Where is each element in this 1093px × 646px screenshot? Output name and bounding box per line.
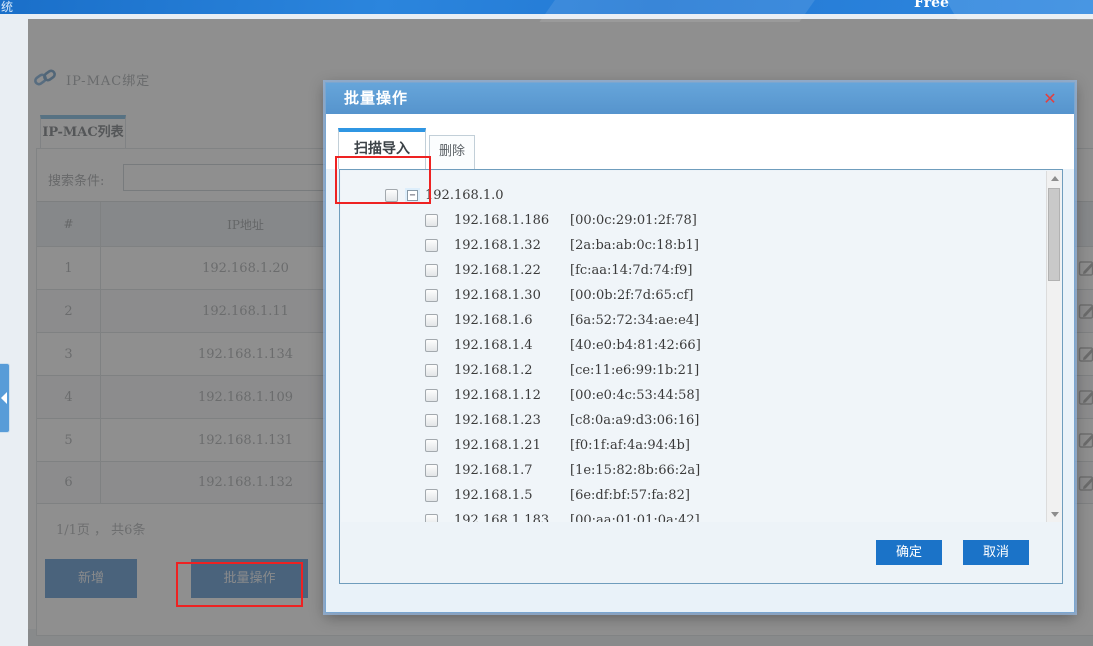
checkbox[interactable] (425, 489, 438, 502)
checkbox[interactable] (425, 389, 438, 402)
collapse-icon[interactable]: − (407, 190, 418, 201)
dialog-title: 批量操作 (344, 83, 408, 114)
checkbox[interactable] (425, 414, 438, 427)
checkbox[interactable] (425, 289, 438, 302)
checkbox[interactable] (425, 214, 438, 227)
subnet-label: 192.168.1.0 (425, 188, 504, 203)
dialog-header: 批量操作 ✕ (326, 83, 1074, 114)
chevron-left-icon (1, 392, 7, 404)
scan-result-row[interactable]: 192.168.1.2 [ce:11:e6:99:1b:21] (341, 358, 1047, 383)
scan-result-row[interactable]: 192.168.1.183 [00:aa:01:01:0a:42] (341, 508, 1047, 522)
device-mac: [6a:52:72:34:ae:e4] (570, 313, 699, 328)
device-mac: [fc:aa:14:7d:74:f9] (570, 263, 692, 278)
tree-children: 192.168.1.186 [00:0c:29:01:2f:78] 192.16… (341, 208, 1047, 522)
scroll-up-button[interactable] (1047, 171, 1062, 186)
checkbox[interactable] (425, 314, 438, 327)
scrollbar[interactable] (1046, 171, 1061, 522)
device-mac: [f0:1f:af:4a:94:4b] (570, 438, 690, 453)
scan-result-row[interactable]: 192.168.1.32 [2a:ba:ab:0c:18:b1] (341, 233, 1047, 258)
checkbox[interactable] (425, 239, 438, 252)
scan-result-row[interactable]: 192.168.1.7 [1e:15:82:8b:66:2a] (341, 458, 1047, 483)
scan-result-row[interactable]: 192.168.1.22 [fc:aa:14:7d:74:f9] (341, 258, 1047, 283)
screen: IP-MAC绑定 10条/页 IP-MAC列表 搜索条件: # IP地址 1 1… (0, 0, 1093, 646)
device-mac: [1e:15:82:8b:66:2a] (570, 463, 700, 478)
top-nav-bar: 统 Free (0, 0, 1093, 14)
scan-result-row[interactable]: 192.168.1.23 [c8:0a:a9:d3:06:16] (341, 408, 1047, 433)
sidebar-collapse-handle[interactable] (0, 363, 10, 433)
device-ip: 192.168.1.23 (454, 413, 556, 428)
dialog-body: 扫描导入 删除 − 192.168.1.0 192.168.1.186 [00:… (326, 114, 1074, 612)
checkbox[interactable] (425, 464, 438, 477)
device-ip: 192.168.1.2 (454, 363, 556, 378)
batch-operation-dialog: 批量操作 ✕ 扫描导入 删除 − 192.168.1.0 (325, 82, 1075, 613)
scroll-up-icon (1051, 176, 1059, 181)
scan-result-row[interactable]: 192.168.1.21 [f0:1f:af:4a:94:4b] (341, 433, 1047, 458)
device-ip: 192.168.1.30 (454, 288, 556, 303)
device-ip: 192.168.1.186 (454, 213, 556, 228)
device-ip: 192.168.1.183 (454, 513, 556, 522)
device-mac: [2a:ba:ab:0c:18:b1] (570, 238, 699, 253)
device-ip: 192.168.1.21 (454, 438, 556, 453)
scroll-thumb[interactable] (1048, 188, 1060, 281)
checkbox[interactable] (425, 364, 438, 377)
tab-scan-import[interactable]: 扫描导入 (338, 128, 426, 169)
close-icon[interactable]: ✕ (1040, 89, 1060, 109)
device-ip: 192.168.1.32 (454, 238, 556, 253)
checkbox[interactable] (425, 439, 438, 452)
brand-text-fragment: 统 (1, 0, 13, 14)
device-ip: 192.168.1.7 (454, 463, 556, 478)
checkbox[interactable] (425, 264, 438, 277)
dialog-tab-strip: 扫描导入 删除 (326, 114, 1074, 169)
topbar-decoration (942, 0, 1093, 20)
scan-result-row[interactable]: 192.168.1.6 [6a:52:72:34:ae:e4] (341, 308, 1047, 333)
tab-delete[interactable]: 删除 (429, 135, 475, 169)
device-mac: [00:0c:29:01:2f:78] (570, 213, 697, 228)
device-mac: [00:e0:4c:53:44:58] (570, 388, 700, 403)
device-ip: 192.168.1.22 (454, 263, 556, 278)
scan-result-row[interactable]: 192.168.1.4 [40:e0:b4:81:42:66] (341, 333, 1047, 358)
checkbox[interactable] (425, 514, 438, 522)
checkbox-select-all[interactable] (385, 189, 398, 202)
topbar-decoration (539, 0, 820, 22)
device-mac: [00:0b:2f:7d:65:cf] (570, 288, 694, 303)
scan-result-list[interactable]: − 192.168.1.0 192.168.1.186 [00:0c:29:01… (341, 171, 1047, 522)
device-ip: 192.168.1.6 (454, 313, 556, 328)
scan-import-panel: − 192.168.1.0 192.168.1.186 [00:0c:29:01… (339, 169, 1063, 584)
dialog-buttons: 确定 取消 (876, 540, 1029, 565)
device-mac: [00:aa:01:01:0a:42] (570, 513, 700, 522)
device-mac: [40:e0:b4:81:42:66] (570, 338, 701, 353)
device-ip: 192.168.1.4 (454, 338, 556, 353)
free-label: Free (914, 0, 949, 11)
device-mac: [6e:df:bf:57:fa:82] (570, 488, 690, 503)
scan-result-row[interactable]: 192.168.1.5 [6e:df:bf:57:fa:82] (341, 483, 1047, 508)
scroll-down-button[interactable] (1047, 507, 1062, 522)
ok-button[interactable]: 确定 (876, 540, 942, 565)
device-mac: [c8:0a:a9:d3:06:16] (570, 413, 699, 428)
scan-result-row[interactable]: 192.168.1.30 [00:0b:2f:7d:65:cf] (341, 283, 1047, 308)
device-mac: [ce:11:e6:99:1b:21] (570, 363, 699, 378)
checkbox[interactable] (425, 339, 438, 352)
cancel-button[interactable]: 取消 (963, 540, 1029, 565)
scroll-down-icon (1051, 512, 1059, 517)
scan-result-row[interactable]: 192.168.1.12 [00:e0:4c:53:44:58] (341, 383, 1047, 408)
tree-parent-row: − 192.168.1.0 (341, 183, 1047, 208)
scan-result-row[interactable]: 192.168.1.186 [00:0c:29:01:2f:78] (341, 208, 1047, 233)
device-ip: 192.168.1.5 (454, 488, 556, 503)
device-ip: 192.168.1.12 (454, 388, 556, 403)
